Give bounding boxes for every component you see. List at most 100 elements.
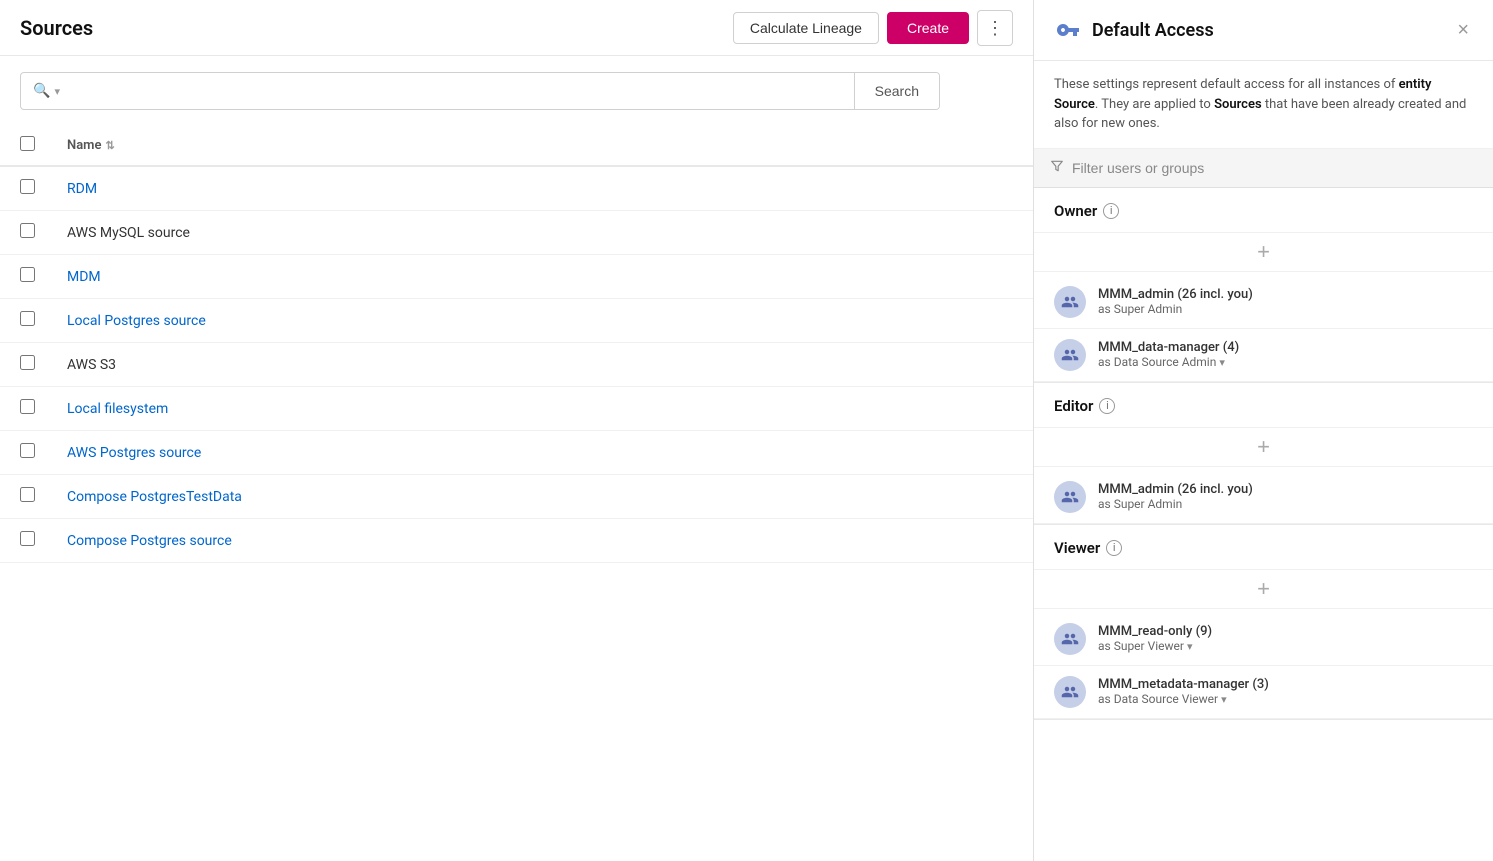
section-viewer: Viewer i + MMM_read-only (9) as Super Vi…: [1034, 525, 1493, 720]
row-checkbox-cell: [0, 255, 51, 299]
table-header-row: Name ⇅: [0, 126, 1033, 166]
source-link[interactable]: AWS Postgres source: [67, 445, 201, 461]
source-link[interactable]: Local filesystem: [67, 401, 168, 417]
th-checkbox: [0, 126, 51, 166]
section-title-owner: Owner: [1054, 202, 1097, 220]
create-button[interactable]: Create: [887, 12, 969, 44]
table-row: AWS MySQL source: [0, 211, 1033, 255]
member-info: MMM_admin (26 incl. you) as Super Admin: [1098, 482, 1473, 511]
more-options-button[interactable]: ⋮: [977, 10, 1013, 46]
member-info: MMM_metadata-manager (3) as Data Source …: [1098, 677, 1473, 706]
page-title: Sources: [20, 16, 93, 40]
member-row: MMM_data-manager (4) as Data Source Admi…: [1034, 329, 1493, 382]
member-info: MMM_admin (26 incl. you) as Super Admin: [1098, 287, 1473, 316]
row-checkbox[interactable]: [20, 355, 35, 370]
table-row: Local filesystem: [0, 387, 1033, 431]
member-info: MMM_read-only (9) as Super Viewer ▾: [1098, 624, 1473, 653]
th-name[interactable]: Name ⇅: [51, 126, 1033, 166]
chevron-down-icon: ▾: [54, 85, 60, 98]
table-row: Compose PostgresTestData: [0, 475, 1033, 519]
panel-header-left: Default Access: [1054, 16, 1214, 44]
section-owner: Owner i + MMM_admin (26 incl. you) as Su…: [1034, 188, 1493, 383]
member-role: as Data Source Viewer ▾: [1098, 692, 1473, 706]
info-icon-viewer[interactable]: i: [1106, 540, 1122, 556]
row-checkbox-cell: [0, 299, 51, 343]
member-row: MMM_admin (26 incl. you) as Super Admin: [1034, 471, 1493, 524]
row-name-cell: RDM: [51, 166, 1033, 211]
row-checkbox[interactable]: [20, 179, 35, 194]
sort-icon: ⇅: [105, 139, 114, 152]
row-name-cell: AWS Postgres source: [51, 431, 1033, 475]
row-checkbox-cell: [0, 343, 51, 387]
member-avatar: [1054, 339, 1086, 371]
member-role: as Data Source Admin ▾: [1098, 355, 1473, 369]
section-header-owner: Owner i: [1034, 188, 1493, 228]
row-checkbox[interactable]: [20, 487, 35, 502]
member-name: MMM_admin (26 incl. you): [1098, 482, 1473, 497]
name-column-label: Name: [67, 138, 101, 153]
add-viewer-button[interactable]: +: [1257, 578, 1270, 600]
search-button[interactable]: Search: [854, 73, 939, 109]
calculate-lineage-button[interactable]: Calculate Lineage: [733, 12, 879, 44]
member-name: MMM_data-manager (4): [1098, 340, 1473, 355]
sources-table-section: Name ⇅ RDM AWS MySQL source MDM: [0, 126, 1033, 861]
row-checkbox[interactable]: [20, 443, 35, 458]
source-link[interactable]: Local Postgres source: [67, 313, 206, 329]
row-checkbox[interactable]: [20, 267, 35, 282]
source-link[interactable]: MDM: [67, 269, 101, 285]
add-editor-button[interactable]: +: [1257, 436, 1270, 458]
chevron-down-icon[interactable]: ▾: [1187, 640, 1193, 653]
member-avatar: [1054, 481, 1086, 513]
add-area-viewer: +: [1034, 569, 1493, 609]
add-owner-button[interactable]: +: [1257, 241, 1270, 263]
source-link[interactable]: Compose Postgres source: [67, 533, 232, 549]
row-checkbox[interactable]: [20, 531, 35, 546]
row-name-cell: AWS MySQL source: [51, 211, 1033, 255]
panel-header: Default Access ×: [1034, 0, 1493, 61]
sources-table: Name ⇅ RDM AWS MySQL source MDM: [0, 126, 1033, 563]
search-bar: 🔍 ▾ Search: [20, 72, 940, 110]
chevron-down-icon[interactable]: ▾: [1219, 356, 1225, 369]
source-link[interactable]: Compose PostgresTestData: [67, 489, 242, 505]
member-name: MMM_read-only (9): [1098, 624, 1473, 639]
row-name-cell: Compose Postgres source: [51, 519, 1033, 563]
access-sections: Owner i + MMM_admin (26 incl. you) as Su…: [1034, 188, 1493, 720]
filter-bar: [1034, 149, 1493, 188]
table-body: RDM AWS MySQL source MDM Local Postgres …: [0, 166, 1033, 563]
section-divider: [1034, 719, 1493, 720]
member-avatar: [1054, 286, 1086, 318]
search-input-wrapper: 🔍 ▾: [21, 73, 854, 109]
select-all-checkbox[interactable]: [20, 136, 35, 151]
section-header-editor: Editor i: [1034, 383, 1493, 423]
search-input[interactable]: [66, 73, 842, 109]
row-checkbox-cell: [0, 431, 51, 475]
table-row: Local Postgres source: [0, 299, 1033, 343]
row-checkbox-cell: [0, 211, 51, 255]
section-title-viewer: Viewer: [1054, 539, 1100, 557]
info-icon-owner[interactable]: i: [1103, 203, 1119, 219]
member-avatar: [1054, 623, 1086, 655]
header-actions: Calculate Lineage Create ⋮: [733, 10, 1013, 46]
row-checkbox-cell: [0, 475, 51, 519]
row-name-cell: Local Postgres source: [51, 299, 1033, 343]
source-name: AWS S3: [67, 357, 116, 373]
info-icon-editor[interactable]: i: [1099, 398, 1115, 414]
source-name: AWS MySQL source: [67, 225, 190, 241]
search-icon: 🔍: [33, 83, 50, 99]
row-checkbox-cell: [0, 519, 51, 563]
table-row: Compose Postgres source: [0, 519, 1033, 563]
row-checkbox[interactable]: [20, 399, 35, 414]
member-name: MMM_admin (26 incl. you): [1098, 287, 1473, 302]
member-role: as Super Admin: [1098, 302, 1473, 316]
source-link[interactable]: RDM: [67, 181, 97, 197]
close-panel-button[interactable]: ×: [1453, 16, 1473, 44]
search-filter-area[interactable]: 🔍 ▾: [33, 83, 60, 99]
row-name-cell: Local filesystem: [51, 387, 1033, 431]
filter-users-input[interactable]: [1072, 160, 1477, 176]
row-checkbox[interactable]: [20, 311, 35, 326]
member-role: as Super Viewer ▾: [1098, 639, 1473, 653]
member-role: as Super Admin: [1098, 497, 1473, 511]
table-row: RDM: [0, 166, 1033, 211]
row-checkbox[interactable]: [20, 223, 35, 238]
chevron-down-icon[interactable]: ▾: [1221, 693, 1227, 706]
